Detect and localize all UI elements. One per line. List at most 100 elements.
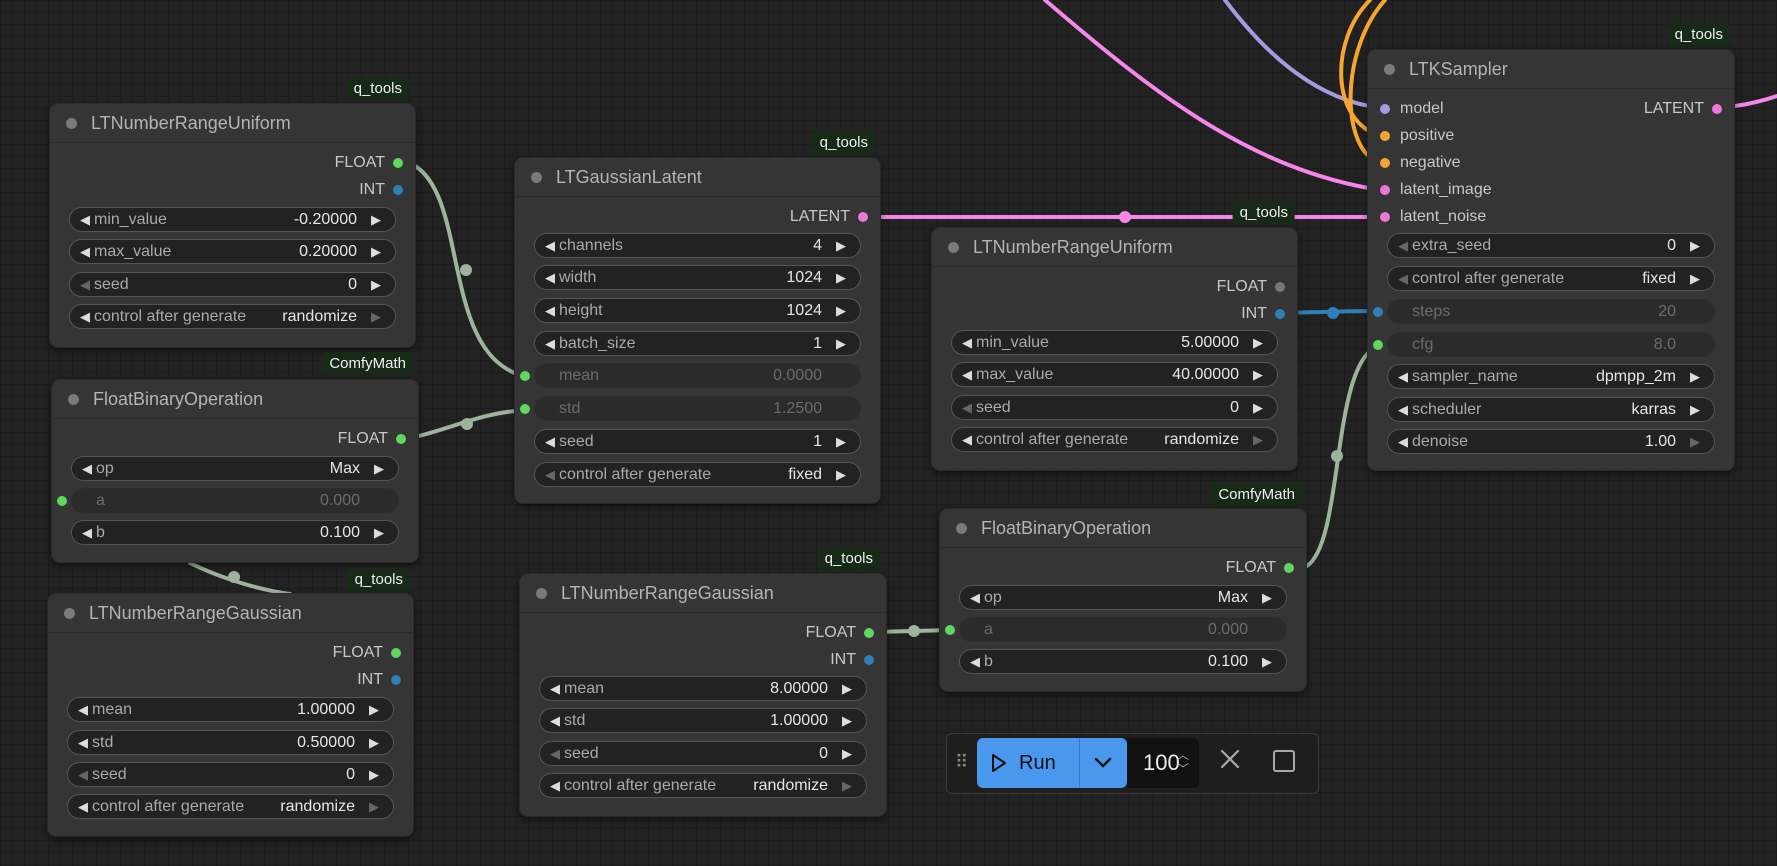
collapse-dot[interactable] [948,241,959,253]
widget-seed[interactable]: ◀ seed 0 ▶ [69,272,396,297]
node-badge: q_tools [346,77,409,100]
collapse-dot[interactable] [68,393,79,405]
output-float[interactable]: FLOAT [1217,278,1285,296]
stop-square-icon[interactable] [1273,750,1295,772]
widget-b[interactable]: ◀ b 0.100 ▶ [71,520,399,545]
run-button[interactable]: Run [977,738,1127,788]
node-title: LTNumberRangeUniform [91,112,291,133]
widget-sampler-name[interactable]: ◀ sampler_name dpmpp_2m ▶ [1387,364,1715,389]
widget-seed[interactable]: ◀ seed 1 ▶ [534,429,861,454]
widget-a[interactable]: a 0.000 [945,617,1287,642]
widget-min-value[interactable]: ◀ min_value -0.20000 ▶ [69,207,396,232]
node-badge: q_tools [347,568,410,591]
widget-control-after-generate[interactable]: ◀ control after generate randomize ▶ [951,427,1278,452]
widget-steps[interactable]: steps 20 [1373,299,1715,324]
collapse-dot[interactable] [64,607,75,619]
output-float[interactable]: FLOAT [806,624,874,642]
collapse-dot[interactable] [956,522,967,534]
widget-max-value[interactable]: ◀ max_value 40.00000 ▶ [951,362,1278,387]
float-wire-std [404,408,530,441]
widget-seed[interactable]: ◀ seed 0 ▶ [539,741,867,766]
widget-op[interactable]: ◀ op Max ▶ [959,585,1287,610]
queue-toolbar: ⠿ Run 100 ︿ ﹀ [946,733,1319,794]
output-float[interactable]: FLOAT [335,154,403,172]
output-int[interactable]: INT [1241,305,1285,323]
widget-op[interactable]: ◀ op Max ▶ [71,456,399,481]
widget-min-value[interactable]: ◀ min_value 5.00000 ▶ [951,330,1278,355]
output-float[interactable]: FLOAT [338,430,406,448]
batch-count-input[interactable]: 100 ︿ ﹀ [1127,738,1199,788]
node-lt-number-range-uniform-2[interactable]: LTNumberRangeUniform FLOAT INT ◀ min_valu… [932,228,1297,470]
node-badge: ComfyMath [1211,483,1302,506]
float-wire-mean [413,164,530,379]
widget-a[interactable]: a 0.000 [57,488,399,513]
collapse-dot[interactable] [536,587,547,599]
node-title: FloatBinaryOperation [93,388,264,409]
model-wire [1223,0,1382,110]
input-positive[interactable]: positive [1380,127,1454,145]
widget-height[interactable]: ◀ height 1024 ▶ [534,298,861,323]
node-badge: q_tools [817,547,880,570]
collapse-dot[interactable] [1384,63,1395,75]
int-wire [1284,309,1382,315]
widget-b[interactable]: ◀ b 0.100 ▶ [959,649,1287,674]
node-ltk-sampler[interactable]: LTKSampler LATENT model positive negativ… [1368,50,1734,470]
play-icon [992,754,1006,772]
stepper-icon[interactable]: ︿ ﹀ [1177,748,1189,776]
widget-width[interactable]: ◀ width 1024 ▶ [534,265,861,290]
float-wire-a [188,561,292,596]
widget-mean[interactable]: ◀ mean 8.00000 ▶ [539,676,867,701]
input-latent-noise[interactable]: latent_noise [1380,208,1486,226]
widget-mean[interactable]: ◀ mean 1.00000 ▶ [67,697,394,722]
node-title: FloatBinaryOperation [981,517,1152,538]
node-title: LTNumberRangeGaussian [89,602,302,623]
widget-mean[interactable]: mean 0.0000 [520,363,861,388]
widget-seed[interactable]: ◀ seed 0 ▶ [67,762,394,787]
node-title: LTNumberRangeUniform [973,236,1173,257]
drag-handle-icon[interactable]: ⠿ [955,752,969,773]
collapse-dot[interactable] [531,171,542,183]
output-float[interactable]: FLOAT [1226,559,1294,577]
output-latent[interactable]: LATENT [790,208,868,226]
widget-cfg[interactable]: cfg 8.0 [1373,332,1715,357]
widget-control-after-generate[interactable]: ◀ control after generate randomize ▶ [539,773,867,798]
output-int[interactable]: INT [359,181,403,199]
output-latent[interactable]: LATENT [1644,100,1722,118]
widget-channels[interactable]: ◀ channels 4 ▶ [534,233,861,258]
widget-denoise[interactable]: ◀ denoise 1.00 ▶ [1387,429,1715,454]
collapse-dot[interactable] [66,117,77,129]
widget-std[interactable]: ◀ std 1.00000 ▶ [539,708,867,733]
widget-extra-seed[interactable]: ◀ extra_seed 0 ▶ [1387,233,1715,258]
widget-max-value[interactable]: ◀ max_value 0.20000 ▶ [69,239,396,264]
output-float[interactable]: FLOAT [333,644,401,662]
chevron-down-icon[interactable] [1093,752,1113,772]
node-float-binary-operation-2[interactable]: FloatBinaryOperation FLOAT ◀ op Max ▶ a 0.00… [940,509,1306,691]
input-negative[interactable]: negative [1380,154,1461,172]
widget-control-after-generate[interactable]: ◀ control after generate fixed ▶ [1387,266,1715,291]
widget-std[interactable]: ◀ std 0.50000 ▶ [67,730,394,755]
latent-out-wire [1733,94,1777,108]
widget-control-after-generate[interactable]: ◀ control after generate randomize ▶ [69,304,396,329]
widget-std[interactable]: std 1.2500 [520,396,861,421]
widget-batch-size[interactable]: ◀ batch_size 1 ▶ [534,331,861,356]
output-int[interactable]: INT [357,671,401,689]
node-title: LTKSampler [1409,58,1508,79]
node-lt-number-range-gaussian[interactable]: LTNumberRangeGaussian FLOAT INT ◀ mean 1.0… [48,594,413,836]
node-badge: ComfyMath [322,352,413,375]
input-model[interactable]: model [1380,100,1444,118]
widget-seed[interactable]: ◀ seed 0 ▶ [951,395,1278,420]
node-lt-gaussian-latent[interactable]: LTGaussianLatent LATENT ◀ channels 4 ▶ ◀ wid… [515,158,880,503]
node-badge: q_tools [1232,201,1295,224]
input-latent-image[interactable]: latent_image [1380,181,1492,199]
latent-wire-top [1043,0,1382,192]
node-title: LTNumberRangeGaussian [561,582,774,603]
node-float-binary-operation[interactable]: FloatBinaryOperation FLOAT ◀ op Max ▶ a 0.00… [52,380,418,562]
close-icon[interactable] [1219,748,1241,770]
widget-control-after-generate[interactable]: ◀ control after generate randomize ▶ [67,794,394,819]
widget-scheduler[interactable]: ◀ scheduler karras ▶ [1387,397,1715,422]
node-lt-number-range-uniform[interactable]: LTNumberRangeUniform FLOAT INT ◀ min_valu… [50,104,415,347]
widget-control-after-generate[interactable]: ◀ control after generate fixed ▶ [534,462,861,487]
node-badge: q_tools [1667,23,1730,46]
output-int[interactable]: INT [830,651,874,669]
node-lt-number-range-gaussian-2[interactable]: LTNumberRangeGaussian FLOAT INT ◀ mean 8.0… [520,574,886,816]
